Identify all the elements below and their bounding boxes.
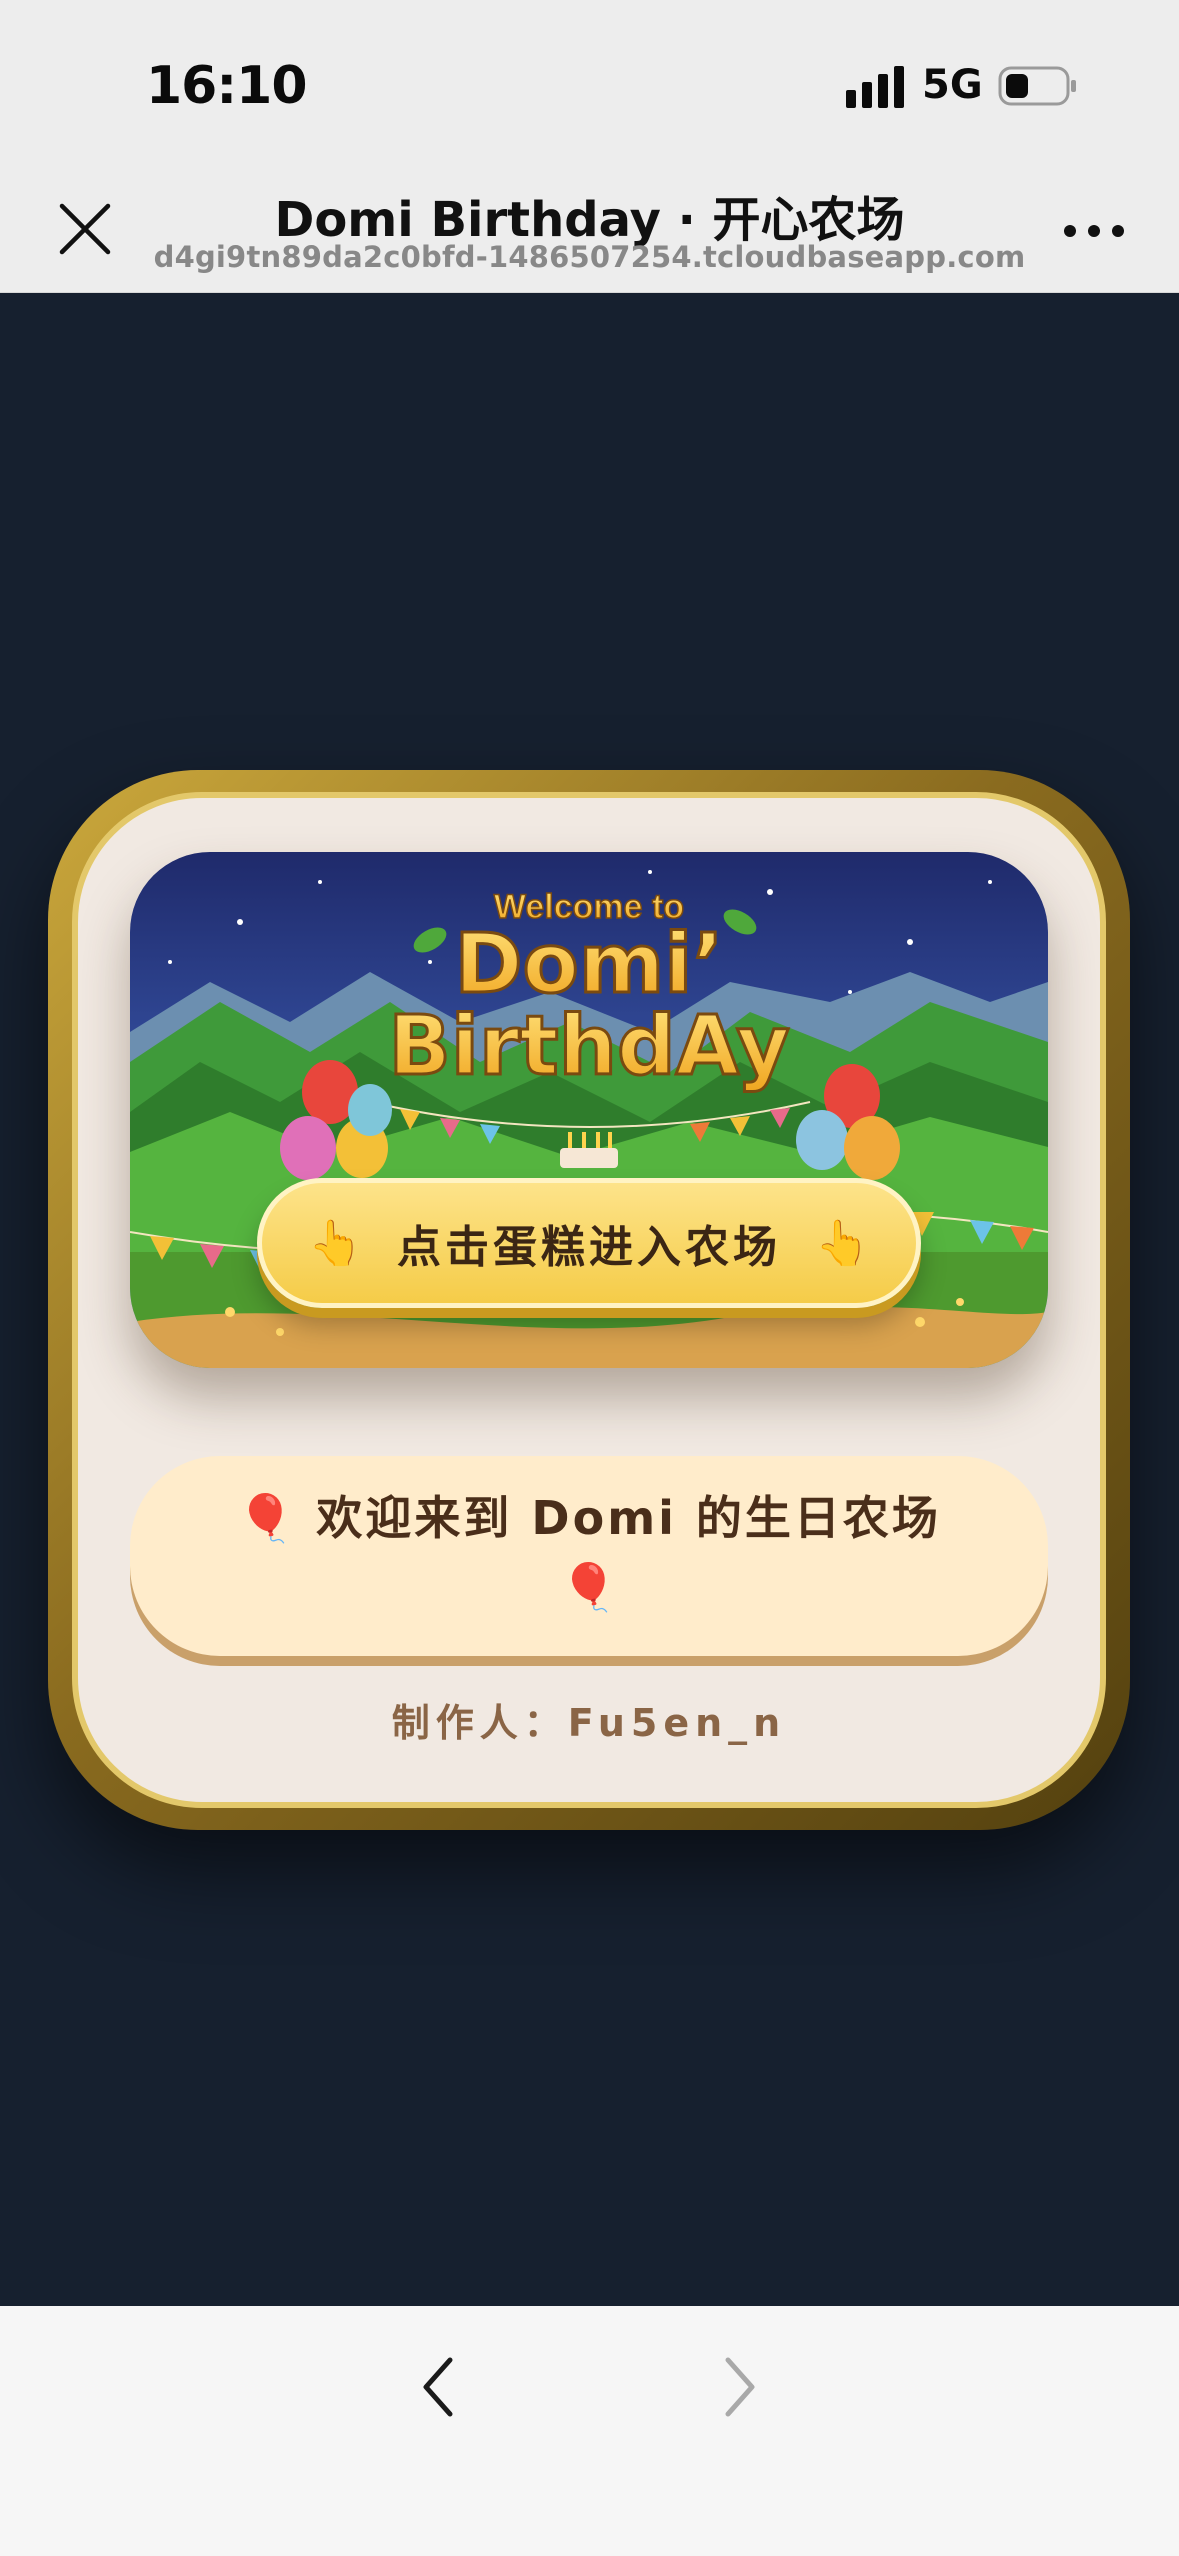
back-arrow-icon[interactable] [416,2352,460,2422]
more-icon[interactable] [1062,218,1126,244]
close-icon[interactable] [54,198,116,260]
balloon-icon: 🎈 [560,1560,618,1614]
balloon-icon: 🎈 [237,1491,298,1545]
browser-nav-bar: Domi Birthday · 开心农场 d4gi9tn89da2c0bfd-1… [0,160,1179,293]
pointing-hand-icon: 👆 [815,1218,870,1269]
battery-icon [998,66,1076,106]
welcome-text: 欢迎来到 Domi 的生日农场 [316,1491,941,1545]
welcome-text-row: 🎈 欢迎来到 Domi 的生日农场 [130,1482,1048,1548]
status-bar: 16:10 5G [0,0,1179,160]
pointing-hand-icon: 👆 [308,1218,363,1269]
banner-title-line1: Domi’ [454,917,723,1012]
signal-icon [846,66,904,108]
banner-title-line2: BirthdAy [388,999,789,1094]
browser-bottom-bar [0,2306,1179,2556]
welcome-panel: 🎈 欢迎来到 Domi 的生日农场 🎈 [130,1456,1048,1656]
page-url: d4gi9tn89da2c0bfd-1486507254.tcloudbasea… [153,240,1026,274]
enter-farm-button[interactable]: 👆 点击蛋糕进入农场 👆 [257,1178,921,1308]
status-time: 16:10 [146,56,308,116]
forward-arrow-icon[interactable] [718,2352,762,2422]
maker-credit: 制作人：Fu5en_n [391,1701,787,1745]
network-type: 5G [922,62,983,108]
enter-farm-label: 点击蛋糕进入农场 [397,1222,781,1273]
